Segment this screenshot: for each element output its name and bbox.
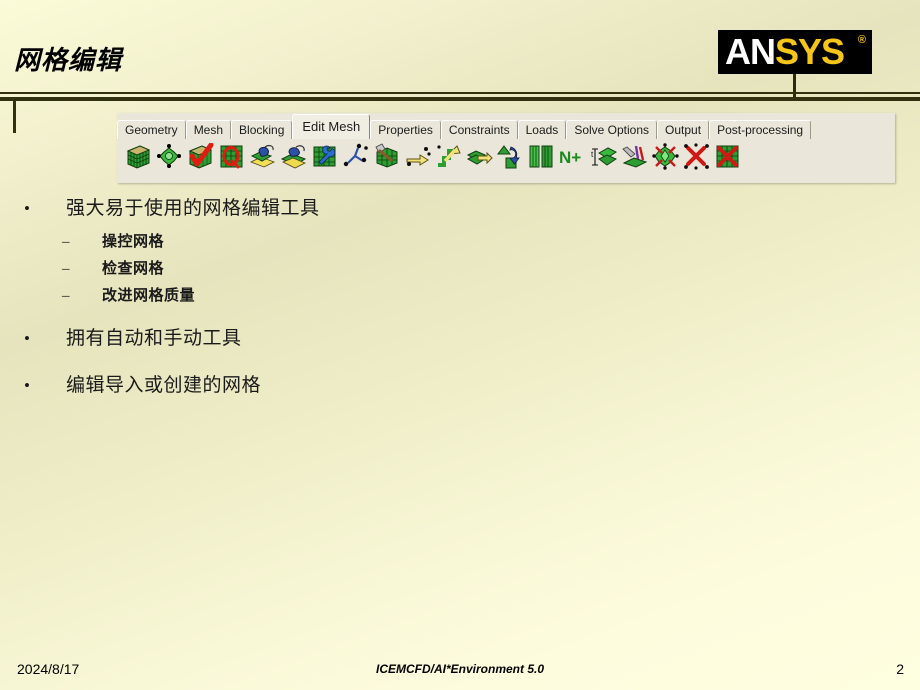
ansys-logo-sys: SYS [775,31,845,72]
sub-bullet-item-1-2: – 检查网格 [18,256,718,282]
create-elements-icon[interactable] [528,143,555,170]
tab-output[interactable]: Output [657,120,710,139]
tab-constraints[interactable]: Constraints [440,120,518,139]
sub-bullet-marker: – [62,234,70,250]
bullet-marker: • [24,329,30,348]
bullet-marker: • [24,199,30,218]
transform-mesh-icon[interactable] [435,143,462,170]
ansys-logo: ANSYS ® [718,30,872,74]
split-mesh-icon[interactable] [373,142,400,170]
mesh-nodes-icon[interactable] [156,143,183,170]
registered-mark-icon: ® [857,34,866,46]
check-mesh-icon[interactable] [187,142,214,170]
svg-text:N+: N+ [559,148,581,167]
smooth-mesh-global-icon[interactable] [280,143,307,170]
sub-bullet-text: 改进网格质量 [102,288,196,304]
sub-bullet-text: 检查网格 [102,261,165,277]
toolbar-icon-row: N+ t [125,140,741,172]
convert-mesh-type-icon[interactable] [497,143,524,170]
bullet-item-3: • 编辑导入或创建的网格 [18,371,718,401]
bullet-marker: • [24,376,30,395]
bullet-text: 编辑导入或创建的网格 [66,375,262,396]
extrude-mesh-icon[interactable] [466,143,493,170]
move-nodes-icon[interactable] [404,143,431,170]
sub-bullet-text: 操控网格 [102,234,165,250]
bullet-item-2: • 拥有自动和手动工具 [18,324,718,354]
page-title: 网格编辑 [14,46,123,75]
tab-geometry[interactable]: Geometry [117,120,186,139]
header-rule-thin [0,92,920,94]
bullet-list: • 强大易于使用的网格编辑工具 – 操控网格 – 检查网格 – 改进网格质量 •… [18,194,718,406]
display-mesh-icon[interactable] [125,143,152,170]
delete-nodes-icon[interactable] [683,142,710,170]
ansys-logo-an: AN [725,31,776,72]
ansys-logo-wordmark: ANSYS [725,31,845,73]
project-nodes-icon[interactable] [621,143,648,170]
footer-product: ICEMCFD/AI*Environment 5.0 [375,662,545,676]
sub-bullet-item-1-3: – 改进网格质量 [18,283,718,309]
tab-mesh[interactable]: Mesh [185,120,232,139]
repair-mesh-icon[interactable] [311,143,338,170]
icemcfd-toolbar-panel: Geometry Mesh Blocking Edit Mesh Propert… [117,113,895,183]
bullet-text: 拥有自动和手动工具 [66,328,242,349]
mesh-quality-icon[interactable] [218,143,245,170]
tab-post-processing[interactable]: Post-processing [709,120,812,139]
renumber-mesh-icon[interactable]: t [590,143,617,170]
adjust-node-count-icon[interactable]: N+ [559,143,586,170]
tab-solve-options[interactable]: Solve Options [566,120,658,139]
tab-loads[interactable]: Loads [517,120,567,139]
slide-canvas: 网格编辑 ANSYS ® Geometry Mesh Blocking Edit… [0,0,920,690]
footer-page-number: 2 [896,661,904,677]
smooth-mesh-icon[interactable] [249,143,276,170]
edit-element-icon[interactable] [652,142,679,170]
toolbar-tab-strip: Geometry Mesh Blocking Edit Mesh Propert… [117,113,895,139]
delete-elements-icon[interactable] [714,143,741,170]
header-rule-thick [0,97,920,101]
bullet-item-1: • 强大易于使用的网格编辑工具 [18,194,718,224]
bullet-text: 强大易于使用的网格编辑工具 [66,198,320,219]
sub-bullet-marker: – [62,288,70,304]
sub-bullet-marker: – [62,261,70,277]
tab-edit-mesh[interactable]: Edit Mesh [292,114,371,139]
tab-blocking[interactable]: Blocking [231,120,293,139]
sub-bullet-item-1-1: – 操控网格 [18,229,718,255]
header-left-tick [13,101,16,133]
merge-nodes-icon[interactable] [342,143,369,170]
tab-properties[interactable]: Properties [370,120,441,139]
svg-text:t: t [591,150,594,159]
